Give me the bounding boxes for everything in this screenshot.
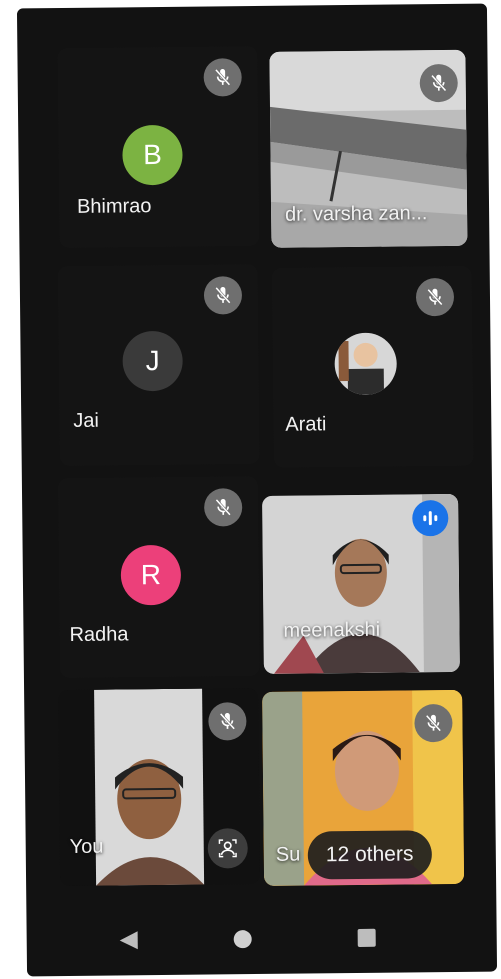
- participant-tile-arati[interactable]: Arati: [271, 265, 474, 468]
- audio-level-icon: [412, 499, 449, 537]
- mic-off-icon: [414, 703, 453, 743]
- avatar: R: [120, 544, 182, 606]
- participant-name: Bhimrao: [76, 195, 152, 218]
- participant-tile-jai[interactable]: J Jai: [57, 263, 260, 467]
- mic-off-icon: [203, 276, 243, 315]
- mic-off-icon: [203, 58, 242, 97]
- others-chip[interactable]: 12 others: [307, 830, 432, 880]
- avatar: [334, 332, 398, 396]
- home-circle-icon[interactable]: [222, 919, 262, 959]
- participant-tile-you[interactable]: You: [58, 687, 261, 887]
- participant-name: meenakshi: [283, 618, 381, 642]
- participant-name: Radha: [69, 623, 129, 646]
- system-nav-bar: [26, 899, 497, 977]
- mic-off-icon: [415, 277, 455, 317]
- meet-screen: B Bhimrao dr. varsha zan... J Jai Arati …: [16, 3, 498, 977]
- avatar: B: [122, 124, 183, 186]
- participant-tile-bhimrao[interactable]: B Bhimrao: [57, 45, 260, 249]
- participant-tile-radha[interactable]: R Radha: [57, 475, 260, 679]
- participant-tile-varsha[interactable]: dr. varsha zan...: [269, 49, 468, 248]
- participant-name: dr. varsha zan...: [285, 202, 428, 226]
- participant-name: Arati: [285, 413, 327, 436]
- mic-off-icon: [419, 63, 458, 103]
- mic-off-icon: [203, 488, 243, 527]
- participant-name: You: [69, 835, 104, 858]
- person-frame-icon[interactable]: [207, 828, 248, 869]
- mic-off-icon: [208, 702, 247, 741]
- participant-name: Jai: [73, 409, 99, 432]
- back-triangle-icon[interactable]: [109, 920, 149, 960]
- participant-tile-meenakshi[interactable]: meenakshi: [262, 493, 460, 674]
- participant-name: Su: [275, 843, 301, 866]
- recents-square-icon[interactable]: [346, 918, 386, 958]
- participant-tile-su[interactable]: Su 12 others: [262, 689, 465, 886]
- avatar: J: [122, 330, 183, 392]
